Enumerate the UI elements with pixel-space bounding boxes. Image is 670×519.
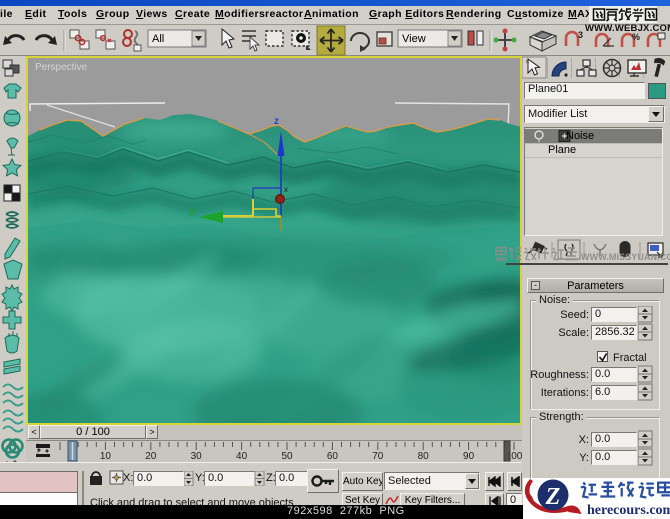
svg-text:Perspective: Perspective xyxy=(35,62,88,73)
svg-text:herecours.com: herecours.com xyxy=(587,503,670,518)
svg-text:60: 60 xyxy=(327,451,339,462)
svg-text:Z: Z xyxy=(545,484,561,510)
svg-text:90: 90 xyxy=(463,451,475,462)
svg-text:View: View xyxy=(402,33,426,45)
svg-text:50: 50 xyxy=(281,451,293,462)
svg-text:All: All xyxy=(152,33,164,45)
svg-text:10: 10 xyxy=(100,451,112,462)
svg-text:x: x xyxy=(284,185,288,194)
svg-text:70: 70 xyxy=(372,451,384,462)
svg-text:WWW.WEBJX.COM: WWW.WEBJX.COM xyxy=(585,23,670,34)
svg-text:40: 40 xyxy=(236,451,248,462)
svg-text:y: y xyxy=(189,206,195,217)
svg-text:30: 30 xyxy=(191,451,203,462)
svg-text:20: 20 xyxy=(145,451,157,462)
svg-text:80: 80 xyxy=(418,451,430,462)
svg-text:WWW.MISSYUAN.COM: WWW.MISSYUAN.COM xyxy=(581,252,670,262)
svg-text:z: z xyxy=(274,116,279,127)
